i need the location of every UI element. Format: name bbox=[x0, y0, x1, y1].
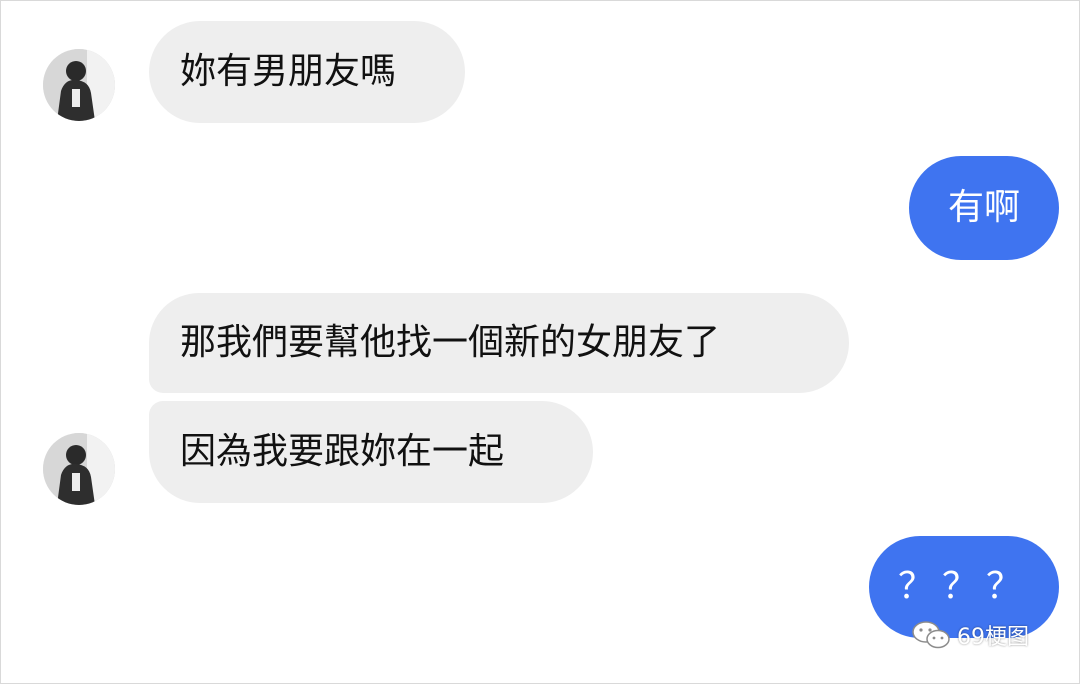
person-photo-icon bbox=[43, 433, 115, 505]
message-bubble-incoming[interactable]: 因為我要跟妳在一起 bbox=[149, 401, 593, 503]
message-bubble-outgoing[interactable]: 有啊 bbox=[909, 156, 1059, 260]
message-text: 有啊 bbox=[947, 187, 1020, 228]
message-bubble-incoming[interactable]: 那我們要幫他找一個新的女朋友了 bbox=[149, 293, 849, 393]
message-text: 妳有男朋友嗎 bbox=[180, 51, 397, 92]
wechat-icon bbox=[912, 621, 950, 649]
person-photo-icon bbox=[43, 49, 115, 121]
chat-screen: 妳有男朋友嗎 有啊 那我們要幫他找一個新的女朋友了 因為我要跟妳在一起 ？？？ … bbox=[0, 0, 1080, 684]
message-text: 那我們要幫他找一個新的女朋友了 bbox=[180, 322, 721, 363]
watermark: 69梗图 bbox=[911, 619, 1029, 651]
contact-avatar[interactable] bbox=[43, 49, 115, 121]
contact-avatar[interactable] bbox=[43, 433, 115, 505]
watermark-text: 69梗图 bbox=[957, 625, 1029, 650]
message-text: ？？？ bbox=[897, 566, 1030, 607]
message-text: 因為我要跟妳在一起 bbox=[180, 431, 505, 472]
message-bubble-incoming[interactable]: 妳有男朋友嗎 bbox=[149, 21, 465, 123]
